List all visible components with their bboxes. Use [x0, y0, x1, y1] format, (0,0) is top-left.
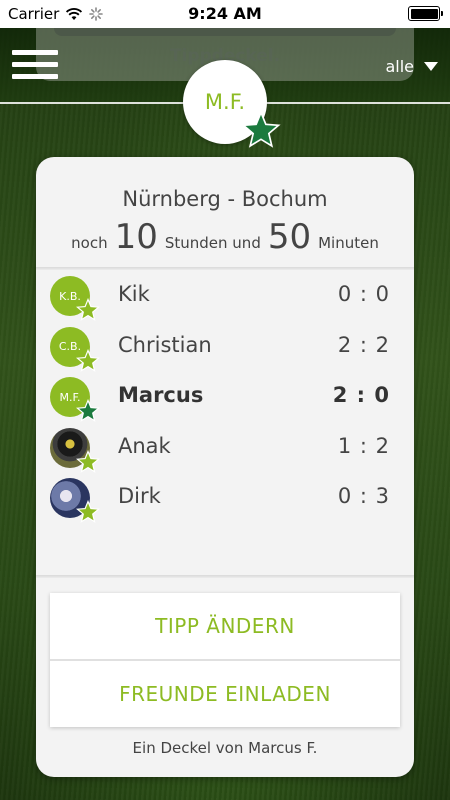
status-time: 9:24 AM [188, 4, 262, 23]
status-right [408, 6, 443, 21]
menu-button[interactable] [12, 50, 58, 80]
list-item[interactable]: C.B. Christian 2 : 2 [36, 321, 414, 372]
user-avatar-initials: M.F. [204, 90, 246, 114]
countdown: noch 10 Stunden und 50 Minuten [36, 217, 414, 257]
star-icon [241, 110, 281, 148]
list-item[interactable]: K.B. Kik 0 : 0 [36, 270, 414, 321]
player-name: Marcus [118, 383, 204, 407]
star-icon [76, 500, 100, 523]
avatar: C.B. [50, 326, 100, 372]
star-icon [76, 348, 100, 372]
player-score: 2 : 2 [337, 332, 390, 357]
player-score: 0 : 0 [337, 282, 390, 306]
avatar: M.F. [50, 377, 100, 422]
avatar [50, 478, 100, 523]
countdown-minutes-label: Minuten [318, 234, 379, 252]
action-panel: TIPP ÄNDERN FREUNDE EINLADEN [50, 593, 400, 727]
change-tip-button[interactable]: TIPP ÄNDERN [50, 593, 400, 659]
player-name: Anak [118, 433, 171, 458]
player-name: Christian [118, 332, 212, 357]
player-score: 1 : 2 [337, 433, 390, 458]
countdown-minutes: 50 [267, 217, 312, 257]
caret-down-icon [424, 62, 438, 71]
filter-value: alle [385, 57, 414, 76]
match-title: Nürnberg - Bochum [122, 187, 328, 211]
countdown-hours-label: Stunden und [164, 234, 261, 252]
invite-friends-button[interactable]: FREUNDE EINLADEN [50, 661, 400, 727]
player-name: Dirk [118, 484, 161, 508]
player-score: 2 : 0 [332, 383, 390, 407]
star-icon [76, 399, 100, 422]
list-item[interactable]: Dirk 0 : 3 [36, 472, 414, 523]
background-card-edge [54, 28, 396, 36]
countdown-prefix: noch [71, 234, 108, 252]
avatar: K.B. [50, 276, 100, 321]
hamburger-icon [12, 50, 58, 55]
filter-dropdown[interactable]: alle [385, 57, 438, 76]
player-name: Kik [118, 282, 150, 306]
battery-icon [408, 6, 443, 21]
card-footer: Ein Deckel von Marcus F. [132, 739, 318, 757]
list-item-current-user[interactable]: M.F. Marcus 2 : 0 [36, 371, 414, 422]
player-score: 0 : 3 [337, 484, 390, 508]
match-card: Nürnberg - Bochum noch 10 Stunden und 50… [36, 157, 414, 777]
avatar [50, 427, 100, 473]
countdown-hours: 10 [114, 217, 158, 257]
list-item[interactable]: Anak 1 : 2 [36, 422, 414, 473]
star-icon [76, 298, 100, 321]
tips-list: K.B. Kik 0 : 0 C.B. Christian 2 : 2 M.F.… [36, 270, 414, 523]
status-bar: Carrier 9:24 AM [0, 0, 450, 28]
star-icon [76, 449, 100, 473]
divider [36, 575, 414, 578]
user-avatar[interactable]: M.F. [183, 60, 281, 148]
